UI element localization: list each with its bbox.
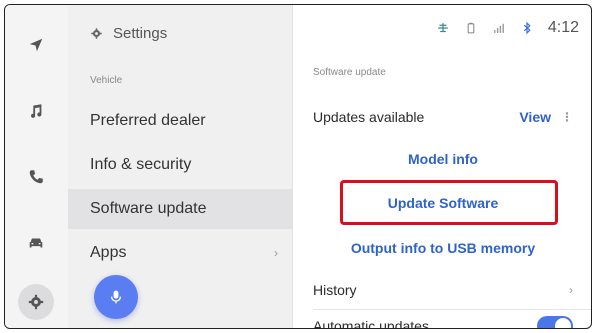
menu-header: Settings — [90, 25, 167, 42]
microphone-icon — [110, 290, 122, 304]
gear-icon — [91, 28, 102, 39]
updates-available-row: Updates available View ⋮ — [313, 97, 573, 137]
clock: 4:12 — [547, 19, 579, 36]
menu-item-label: Preferred dealer — [90, 112, 206, 129]
menu-item-preferred-dealer[interactable]: Preferred dealer — [68, 101, 292, 141]
menu-item-label: Software update — [90, 200, 207, 217]
connected-service-icon — [437, 23, 448, 33]
view-label: View — [519, 109, 551, 125]
menu-item-info-security[interactable]: Info & security — [68, 145, 292, 185]
menu-item-apps[interactable]: Apps › — [68, 233, 292, 273]
screen-frame: Settings Vehicle Preferred dealer Info &… — [4, 4, 592, 329]
settings-menu: Settings Vehicle Preferred dealer Info &… — [68, 5, 293, 328]
view-updates-button[interactable]: View ⋮ — [519, 109, 573, 125]
battery-icon — [467, 22, 475, 34]
output-usb-button[interactable]: Output info to USB memory — [313, 240, 573, 256]
menu-item-label: Info & security — [90, 156, 192, 173]
chevron-right-icon: › — [569, 283, 573, 297]
automatic-updates-label: Automatic updates — [313, 318, 429, 329]
automatic-updates-row: Automatic updates — [313, 314, 573, 329]
menu-title: Settings — [113, 25, 168, 42]
bluetooth-icon — [523, 21, 531, 35]
content-section-label: Software update — [313, 67, 386, 78]
signal-bars-icon — [493, 23, 504, 33]
menu-section-label: Vehicle — [90, 75, 123, 86]
car-icon[interactable] — [18, 225, 54, 261]
settings-gear-icon[interactable] — [18, 284, 54, 320]
menu-item-software-update[interactable]: Software update — [68, 189, 292, 229]
phone-icon[interactable] — [18, 159, 54, 195]
automatic-updates-toggle[interactable] — [537, 316, 573, 328]
software-update-panel: 4:12 Software update Updates available V… — [293, 5, 591, 329]
menu-item-label: Apps — [90, 244, 127, 261]
model-info-button[interactable]: Model info — [313, 151, 573, 167]
divider — [313, 309, 591, 310]
history-row[interactable]: History › — [313, 275, 573, 305]
update-software-button[interactable]: Update Software — [313, 195, 573, 211]
history-label: History — [313, 282, 357, 298]
voice-button[interactable] — [94, 275, 138, 319]
navigation-icon[interactable] — [18, 27, 54, 63]
kebab-menu-icon[interactable]: ⋮ — [561, 110, 573, 124]
music-icon[interactable] — [18, 93, 54, 129]
chevron-right-icon: › — [274, 246, 278, 260]
toggle-knob — [555, 318, 571, 328]
nav-rail — [5, 5, 69, 328]
status-bar: 4:12 — [436, 19, 579, 37]
updates-available-label: Updates available — [313, 109, 425, 125]
